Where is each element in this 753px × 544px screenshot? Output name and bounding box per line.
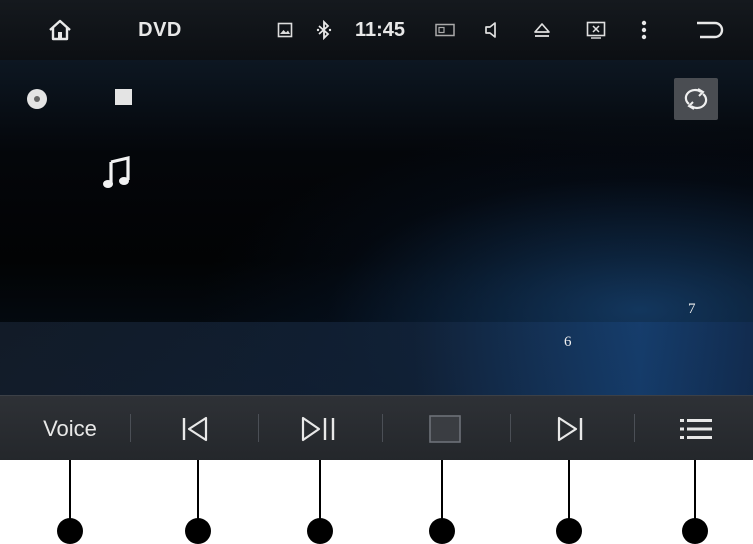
bluetooth-icon <box>316 20 332 40</box>
callout-dot <box>429 518 455 544</box>
home-icon <box>49 19 71 41</box>
bluetooth-status <box>310 0 338 60</box>
callout-dot <box>556 518 582 544</box>
stop-button[interactable] <box>400 396 490 460</box>
more-vert-icon <box>641 20 647 40</box>
display-toggle-icon <box>586 21 606 39</box>
repeat-icon <box>684 88 708 110</box>
gallery-notification <box>270 0 300 60</box>
callout-dot <box>307 518 333 544</box>
stop-icon <box>115 89 132 105</box>
skip-next-icon <box>557 416 583 441</box>
next-button[interactable] <box>525 396 615 460</box>
repeat-button[interactable] <box>674 78 718 120</box>
music-note-icon <box>103 156 130 188</box>
volume-button[interactable] <box>477 0 507 60</box>
voice-button[interactable]: Voice <box>20 396 120 460</box>
callout-label-7: 7 <box>688 301 696 317</box>
status-bar: DVD 11:45 <box>0 0 753 61</box>
home-button[interactable] <box>38 0 82 60</box>
callout-dot <box>682 518 708 544</box>
previous-button[interactable] <box>150 396 240 460</box>
clock: 11:45 <box>354 18 406 41</box>
stop-icon <box>429 414 461 443</box>
callout-dot <box>185 518 211 544</box>
callout-label-6: 6 <box>564 334 572 350</box>
divider <box>382 414 383 442</box>
eject-icon <box>534 23 550 37</box>
divider <box>258 414 259 442</box>
play-pause-button[interactable] <box>275 396 365 460</box>
callout-dot <box>57 518 83 544</box>
info-band <box>0 322 753 395</box>
back-button[interactable] <box>688 0 732 60</box>
divider <box>130 414 131 442</box>
disc-icon <box>27 89 47 109</box>
divider <box>510 414 511 442</box>
gallery-icon <box>277 22 293 38</box>
playlist-icon <box>680 418 712 439</box>
more-options-button[interactable] <box>632 0 656 60</box>
dvd-player-screen: DVD 11:45 7 6 Voice <box>0 0 753 460</box>
back-icon <box>697 21 724 39</box>
eject-button[interactable] <box>526 0 558 60</box>
skip-previous-icon <box>182 416 208 441</box>
divider <box>634 414 635 442</box>
app-title: DVD <box>138 18 182 41</box>
volume-icon <box>485 22 496 38</box>
play-pause-icon <box>301 416 335 441</box>
control-bar: Voice <box>0 395 753 460</box>
display-toggle-button[interactable] <box>580 0 612 60</box>
screen-button[interactable] <box>430 0 460 60</box>
screen-icon <box>435 23 455 37</box>
playlist-button[interactable] <box>650 396 742 460</box>
